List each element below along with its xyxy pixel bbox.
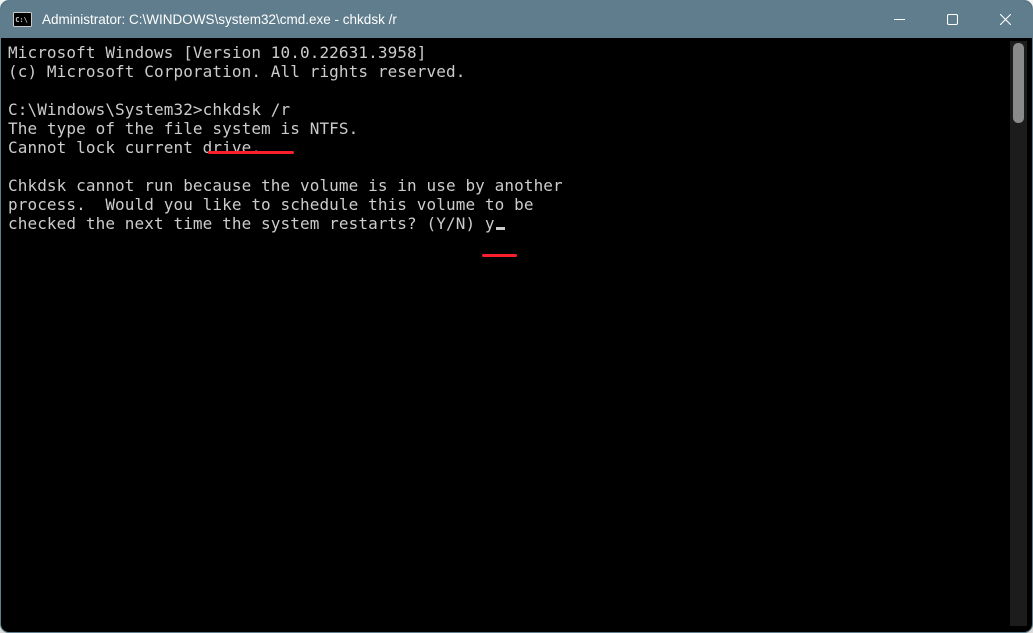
cursor [496, 227, 505, 230]
close-button[interactable] [979, 1, 1032, 38]
terminal-client[interactable]: Microsoft Windows [Version 10.0.22631.39… [6, 41, 1027, 626]
prompt: C:\Windows\System32> [8, 100, 203, 119]
banner-line-1: Microsoft Windows [Version 10.0.22631.39… [8, 43, 427, 62]
window-title: Administrator: C:\WINDOWS\system32\cmd.e… [42, 12, 873, 27]
cmd-window: C:\ Administrator: C:\WINDOWS\system32\c… [0, 0, 1033, 633]
vertical-scrollbar[interactable] [1010, 41, 1027, 626]
user-answer: y [485, 214, 495, 233]
terminal-output: Microsoft Windows [Version 10.0.22631.39… [8, 43, 1005, 624]
entered-command: chkdsk /r [203, 100, 291, 119]
cmd-icon: C:\ [13, 12, 32, 27]
maximize-button[interactable] [926, 1, 979, 38]
output-line: checked the next time the system restart… [8, 214, 485, 233]
output-line: Chkdsk cannot run because the volume is … [8, 176, 563, 195]
output-line: Cannot lock current drive. [8, 138, 261, 157]
output-line: process. Would you like to schedule this… [8, 195, 534, 214]
svg-text:C:\: C:\ [15, 16, 28, 24]
title-bar[interactable]: C:\ Administrator: C:\WINDOWS\system32\c… [1, 1, 1032, 38]
scrollbar-thumb[interactable] [1013, 43, 1024, 123]
banner-line-2: (c) Microsoft Corporation. All rights re… [8, 62, 465, 81]
output-line: The type of the file system is NTFS. [8, 119, 358, 138]
minimize-button[interactable] [873, 1, 926, 38]
